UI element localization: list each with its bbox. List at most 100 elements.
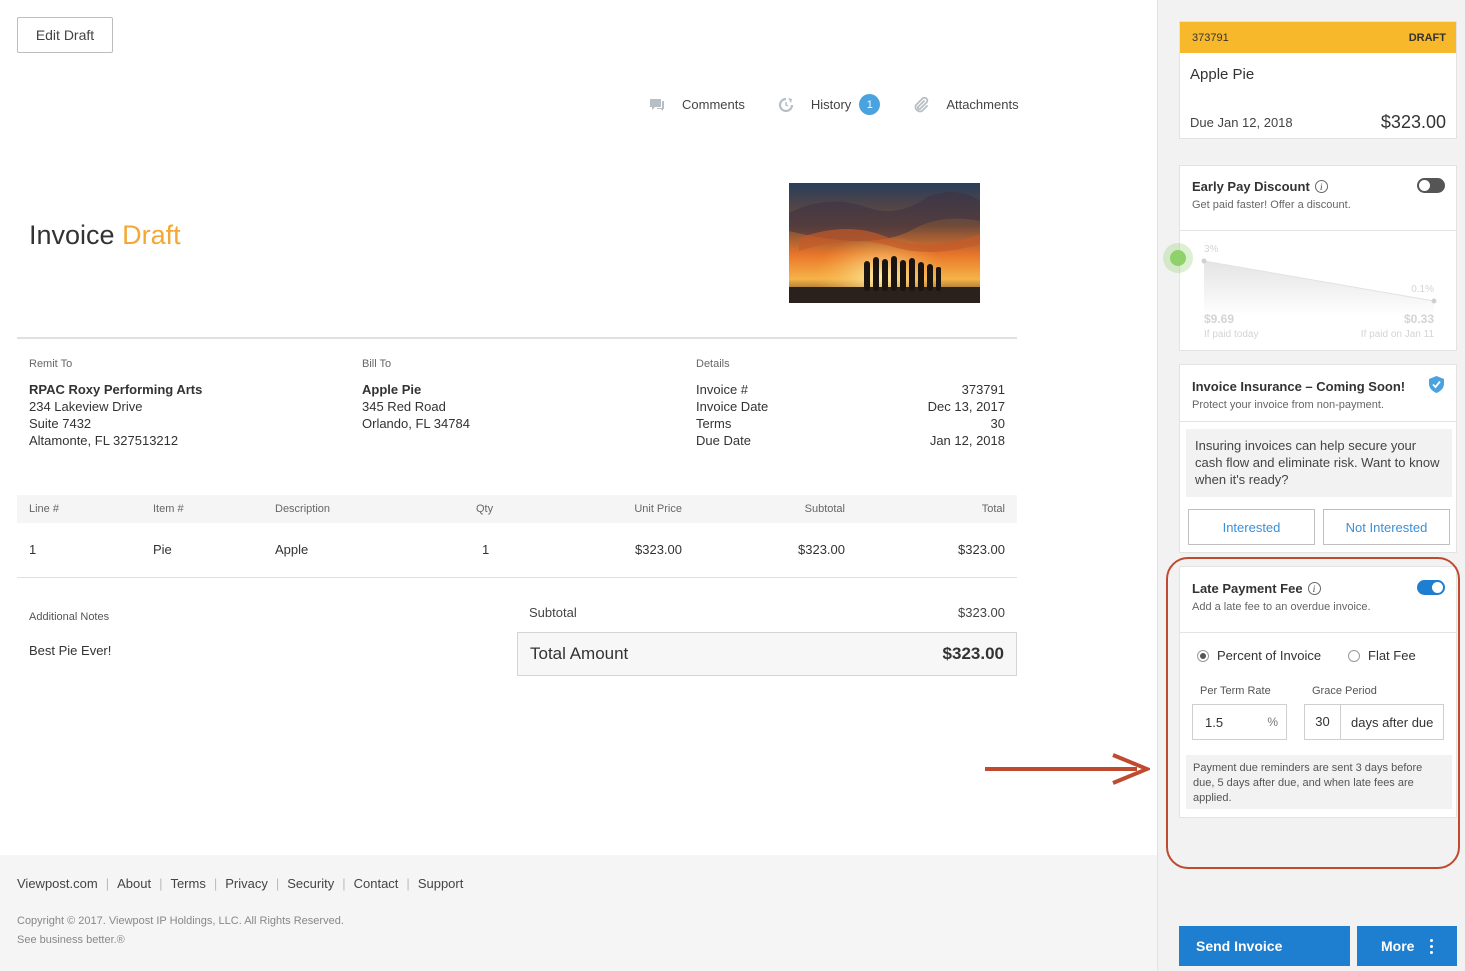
table-row: 1 Pie Apple 1 $323.00 $323.00 $323.00 [17, 536, 1017, 564]
footer-link-security[interactable]: Security [287, 876, 334, 891]
invoice-customer-name: Apple Pie [1190, 66, 1255, 83]
title-main: Invoice [29, 220, 115, 250]
footer-copyright: Copyright © 2017. Viewpost IP Holdings, … [17, 912, 344, 950]
detail-value: Jan 12, 2018 [929, 433, 1005, 448]
annotation-arrow-icon [985, 753, 1150, 785]
detail-key: Invoice Date [696, 399, 769, 414]
cell-unit-price: $323.00 [635, 542, 682, 557]
info-icon[interactable]: i [1314, 180, 1328, 193]
remit-to-label: Remit To [29, 358, 73, 370]
history-count-badge: 1 [859, 94, 881, 115]
detail-value: 373791 [961, 382, 1005, 397]
edit-draft-button[interactable]: Edit Draft [17, 17, 113, 53]
subtotal-label: Subtotal [529, 605, 577, 620]
footer-link-privacy[interactable]: Privacy [225, 876, 268, 891]
late-fee-header: Late Payment Fee i Add a late fee to an … [1192, 581, 1371, 613]
invoice-summary-header: 373791 DRAFT [1180, 22, 1456, 53]
not-interested-button[interactable]: Not Interested [1323, 509, 1450, 545]
radio-percent-of-invoice[interactable]: Percent of Invoice [1197, 648, 1321, 663]
cell-qty: 1 [482, 542, 490, 557]
history-label: History [810, 97, 852, 112]
late-fee-toggle[interactable] [1417, 580, 1445, 595]
rate-value[interactable]: 1.5 [1205, 715, 1223, 730]
comments-label: Comments [682, 97, 745, 112]
radio-flat-label: Flat Fee [1368, 648, 1416, 663]
interested-button[interactable]: Interested [1188, 509, 1315, 545]
col-header-item: Item # [153, 503, 184, 515]
footer-link-support[interactable]: Support [418, 876, 464, 891]
early-pay-subtitle: Get paid faster! Offer a discount. [1192, 199, 1351, 211]
col-header-line: Line # [29, 503, 59, 515]
insurance-title: Invoice Insurance – Coming Soon! [1192, 379, 1406, 394]
col-header-qty: Qty [476, 503, 494, 515]
card-divider [1180, 632, 1456, 633]
early-pay-title-text: Early Pay Discount [1192, 179, 1310, 194]
footer-link-contact[interactable]: Contact [354, 876, 399, 891]
more-label: More [1381, 938, 1415, 954]
invoice-summary-card: 373791 DRAFT Apple Pie Due Jan 12, 2018 … [1179, 21, 1457, 139]
radio-selected-icon[interactable] [1197, 649, 1209, 662]
detail-row: Terms 30 [696, 415, 1005, 432]
send-invoice-button[interactable]: Send Invoice [1179, 926, 1350, 966]
history-tab[interactable]: History 1 [777, 94, 881, 115]
invoice-main: Edit Draft Comments History 1 Attachment… [0, 0, 1157, 855]
invoice-due-date: Due Jan 12, 2018 [1190, 115, 1293, 130]
late-payment-fee-card: Late Payment Fee i Add a late fee to an … [1179, 566, 1457, 818]
detail-value: Dec 13, 2017 [927, 399, 1005, 414]
company-logo-image [789, 183, 980, 303]
invoice-sidebar: 373791 DRAFT Apple Pie Due Jan 12, 2018 … [1157, 0, 1465, 971]
detail-row: Invoice Date Dec 13, 2017 [696, 398, 1005, 415]
additional-notes-value: Best Pie Ever! [29, 643, 112, 658]
radio-flat-fee[interactable]: Flat Fee [1348, 648, 1416, 663]
early-pay-start-pct: 3% [1204, 244, 1219, 255]
grace-period-input[interactable]: 30 days after due [1304, 704, 1444, 740]
table-divider [17, 577, 1017, 578]
footer-links: Viewpost.com | About | Terms | Privacy | Sec… [17, 876, 464, 891]
invoice-amount: $323.00 [1380, 112, 1446, 132]
early-pay-start-amt: $9.69 [1204, 312, 1234, 326]
col-header-unit-price: Unit Price [634, 503, 682, 515]
paperclip-icon [912, 96, 930, 114]
early-pay-start-caption: If paid today [1204, 329, 1258, 340]
invoice-status-badge: DRAFT [1408, 31, 1446, 44]
attachments-tab[interactable]: Attachments [912, 96, 1019, 114]
col-header-subtotal: Subtotal [804, 503, 845, 515]
footer-link-about[interactable]: About [117, 876, 151, 891]
per-term-rate-input[interactable]: 1.5 % [1192, 704, 1287, 740]
cell-item: Pie [153, 542, 172, 557]
early-pay-discount-card: Early Pay Discount i Get paid faster! Of… [1179, 165, 1457, 351]
footer-link-terms[interactable]: Terms [170, 876, 205, 891]
bill-to-label: Bill To [362, 358, 392, 370]
col-header-total: Total [981, 503, 1005, 515]
grace-value[interactable]: 30 [1305, 705, 1341, 739]
bill-to-line1: 345 Red Road [362, 399, 446, 414]
detail-row: Invoice # 373791 [696, 381, 1005, 398]
copyright-text: Copyright © 2017. Viewpost IP Holdings, … [17, 915, 344, 927]
page-footer: Viewpost.com | About | Terms | Privacy | Sec… [0, 855, 1157, 971]
cell-total: $323.00 [958, 542, 1005, 557]
detail-key: Due Date [696, 433, 751, 448]
shield-check-icon [1429, 376, 1444, 398]
radio-unselected-icon[interactable] [1348, 649, 1360, 662]
total-amount-value: $323.00 [942, 644, 1004, 663]
early-pay-title: Early Pay Discount i [1192, 179, 1351, 194]
remit-to-line2: Suite 7432 [29, 416, 92, 431]
grace-unit: days after due [1351, 714, 1434, 730]
slider-handle-icon[interactable] [1160, 242, 1196, 278]
grace-period-label: Grace Period [1312, 685, 1377, 697]
early-pay-end-caption: If paid on Jan 11 [1361, 329, 1435, 340]
early-pay-header: Early Pay Discount i Get paid faster! Of… [1192, 179, 1351, 211]
info-icon[interactable]: i [1307, 582, 1321, 595]
rate-unit: % [1267, 715, 1278, 729]
more-button[interactable]: More [1357, 926, 1457, 966]
attachments-label: Attachments [946, 97, 1019, 112]
early-pay-toggle[interactable] [1417, 178, 1445, 193]
early-pay-end-amt: $0.33 [1404, 312, 1434, 326]
insurance-message: Insuring invoices can help secure your c… [1186, 429, 1452, 497]
comments-tab[interactable]: Comments [648, 96, 745, 114]
details-block: Details Invoice # 373791 Invoice Date Dec … [696, 357, 1005, 449]
late-fee-title: Late Payment Fee i [1192, 581, 1371, 596]
footer-link-viewpost[interactable]: Viewpost.com [17, 876, 98, 891]
title-divider [17, 337, 1017, 339]
early-pay-slider-chart[interactable]: 3% 0.1% $9.69 $0.33 If paid today If pai… [1180, 231, 1456, 351]
